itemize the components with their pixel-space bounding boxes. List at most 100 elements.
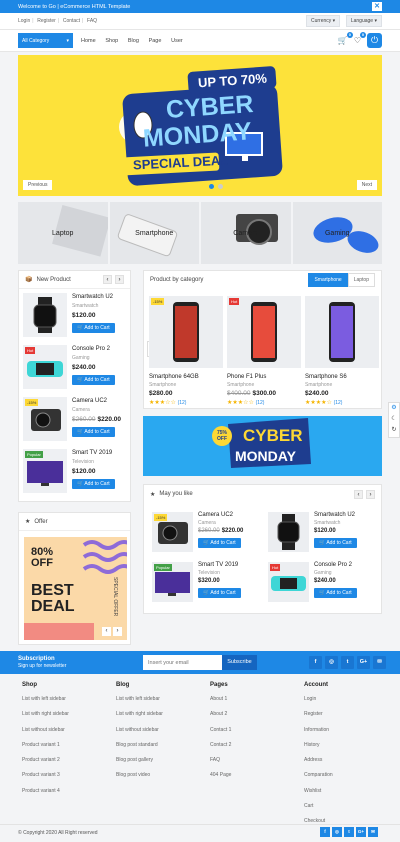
product-card[interactable]: -15% Smartphone 64GB Smartphone $280.00 ★★… <box>149 296 223 406</box>
email-icon[interactable]: ✉ <box>373 656 386 669</box>
footer-link[interactable]: Contact 1 <box>210 727 231 733</box>
footer-link[interactable]: History <box>304 742 333 748</box>
footer-link[interactable]: Information <box>304 727 333 733</box>
faq-link[interactable]: FAQ <box>87 18 97 24</box>
footer-link[interactable]: Blog post standard <box>116 742 163 748</box>
new-next-arrow[interactable]: › <box>115 275 124 284</box>
product-name[interactable]: Smartwatch U2 <box>314 512 357 518</box>
twitter-icon[interactable]: t <box>344 827 354 837</box>
product-card[interactable]: -15% Camera UC2 Camera $260.00 $220.00 🛒 Add… <box>149 509 263 555</box>
facebook-icon[interactable]: f <box>320 827 330 837</box>
offer-banner[interactable]: 80% OFF BEST DEAL SPECIAL OFFER ‹ › <box>24 537 127 640</box>
language-select[interactable]: Language ▾ <box>345 15 382 27</box>
power-icon[interactable]: ⏻ <box>367 33 382 48</box>
close-icon[interactable]: ✕ <box>372 2 382 11</box>
product-name[interactable]: Phone F1 Plus <box>227 374 301 380</box>
footer-link[interactable]: Comparation <box>304 772 333 778</box>
list-item[interactable]: Hot Console Pro 2 Gaming $240.00 🛒 Add to C… <box>19 341 130 393</box>
offer-prev-arrow[interactable]: ‹ <box>102 627 111 636</box>
footer-link[interactable]: List with left sidebar <box>22 696 69 702</box>
tab-smartphone[interactable]: Smartphone <box>308 273 348 287</box>
add-to-cart-button[interactable]: 🛒 Add to Cart <box>314 588 357 598</box>
slider-dot[interactable] <box>218 184 223 189</box>
footer-link[interactable]: Blog post gallery <box>116 757 163 763</box>
list-item[interactable]: Popular Smart TV 2019 Television $120.00 🛒 … <box>19 445 130 497</box>
footer-link[interactable]: List with left sidebar <box>116 696 163 702</box>
footer-link[interactable]: List without sidebar <box>22 727 69 733</box>
nav-shop[interactable]: Shop <box>105 38 118 44</box>
product-name[interactable]: Camera UC2 <box>198 512 243 518</box>
settings-icon[interactable]: ⚙ <box>389 403 399 414</box>
register-link[interactable]: Register <box>37 18 56 24</box>
list-item[interactable]: Smartwatch U2 Smartwatch $120.00 🛒 Add to C… <box>19 289 130 341</box>
category-laptop[interactable]: Laptop <box>18 202 108 264</box>
product-card[interactable]: Smartphone S6 Smartphone $240.00 ★★★★☆ (12… <box>305 296 379 406</box>
contact-link[interactable]: Contact <box>63 18 80 24</box>
footer-link[interactable]: Blog post video <box>116 772 163 778</box>
footer-link[interactable]: About 1 <box>210 696 231 702</box>
product-name[interactable]: Smart TV 2019 <box>72 450 115 456</box>
facebook-icon[interactable]: f <box>309 656 322 669</box>
subscribe-button[interactable]: Subscribe <box>222 655 257 670</box>
nav-page[interactable]: Page <box>149 38 162 44</box>
offer-next-arrow[interactable]: › <box>113 627 122 636</box>
category-gaming[interactable]: Gaming <box>292 202 382 264</box>
promo-banner[interactable]: 75% OFF CYBER MONDAY <box>143 416 382 476</box>
hero-next-button[interactable]: Next <box>356 180 377 190</box>
footer-link[interactable]: List with right sidebar <box>22 711 69 717</box>
product-name[interactable]: Smartwatch U2 <box>72 294 115 300</box>
footer-link[interactable]: List with right sidebar <box>116 711 163 717</box>
product-name[interactable]: Camera UC2 <box>72 398 121 404</box>
add-to-cart-button[interactable]: 🛒 Add to Cart <box>198 538 241 548</box>
refresh-icon[interactable]: ↻ <box>389 425 399 436</box>
footer-link[interactable]: Contact 2 <box>210 742 231 748</box>
login-link[interactable]: Login <box>18 18 30 24</box>
footer-link[interactable]: Login <box>304 696 333 702</box>
tab-laptop[interactable]: Laptop <box>347 273 375 287</box>
instagram-icon[interactable]: ◎ <box>325 656 338 669</box>
product-name[interactable]: Smart TV 2019 <box>198 562 241 568</box>
category-camera[interactable]: Camera <box>201 202 291 264</box>
all-category-dropdown[interactable]: All Category ▾ <box>18 33 73 48</box>
list-item[interactable]: -15% Camera UC2 Camera $260.00 $220.00 🛒 Add… <box>19 393 130 445</box>
product-card[interactable]: Hot Phone F1 Plus Smartphone $400.00 $300.0… <box>227 296 301 406</box>
cart-icon[interactable]: 🛒 0 <box>338 32 353 45</box>
instagram-icon[interactable]: ◎ <box>332 827 342 837</box>
product-name[interactable]: Console Pro 2 <box>72 346 115 352</box>
category-smartphone[interactable]: Smartphone <box>109 202 199 264</box>
email-input[interactable] <box>143 655 222 670</box>
new-prev-arrow[interactable]: ‹ <box>103 275 112 284</box>
twitter-icon[interactable]: t <box>341 656 354 669</box>
add-to-cart-button[interactable]: 🛒 Add to Cart <box>198 588 241 598</box>
wishlist-icon[interactable]: ♡ 0 <box>354 32 366 45</box>
add-to-cart-button[interactable]: 🛒 Add to Cart <box>72 323 115 333</box>
product-card[interactable]: Popular Smart TV 2019 Television $320.00 🛒 … <box>149 559 263 605</box>
product-name[interactable]: Smartphone S6 <box>305 374 379 380</box>
footer-link[interactable]: List without sidebar <box>116 727 163 733</box>
nav-home[interactable]: Home <box>81 38 96 44</box>
nav-user[interactable]: User <box>171 38 183 44</box>
footer-link[interactable]: FAQ <box>210 757 231 763</box>
may-prev-arrow[interactable]: ‹ <box>354 489 363 499</box>
google-plus-icon[interactable]: G+ <box>357 656 370 669</box>
product-card[interactable]: Smartwatch U2 Smartwatch $120.00 🛒 Add to C… <box>265 509 379 555</box>
footer-link[interactable]: About 2 <box>210 711 231 717</box>
hero-prev-button[interactable]: Previous <box>23 180 53 190</box>
nav-blog[interactable]: Blog <box>128 38 139 44</box>
currency-select[interactable]: Currency ▾ <box>305 15 341 27</box>
footer-link[interactable]: Product variant 2 <box>22 757 69 763</box>
add-to-cart-button[interactable]: 🛒 Add to Cart <box>314 538 357 548</box>
footer-link[interactable]: Wishlist <box>304 788 333 794</box>
footer-link[interactable]: Register <box>304 711 333 717</box>
google-plus-icon[interactable]: G+ <box>356 827 366 837</box>
footer-link[interactable]: Cart <box>304 803 333 809</box>
product-name[interactable]: Smartphone 64GB <box>149 374 223 380</box>
may-next-arrow[interactable]: › <box>366 489 375 499</box>
add-to-cart-button[interactable]: 🛒 Add to Cart <box>72 375 115 385</box>
footer-link[interactable]: Product variant 1 <box>22 742 69 748</box>
add-to-cart-button[interactable]: 🛒 Add to Cart <box>72 479 115 489</box>
slider-dot-active[interactable] <box>209 184 214 189</box>
footer-link[interactable]: 404 Page <box>210 772 231 778</box>
product-name[interactable]: Console Pro 2 <box>314 562 357 568</box>
footer-link[interactable]: Product variant 3 <box>22 772 69 778</box>
